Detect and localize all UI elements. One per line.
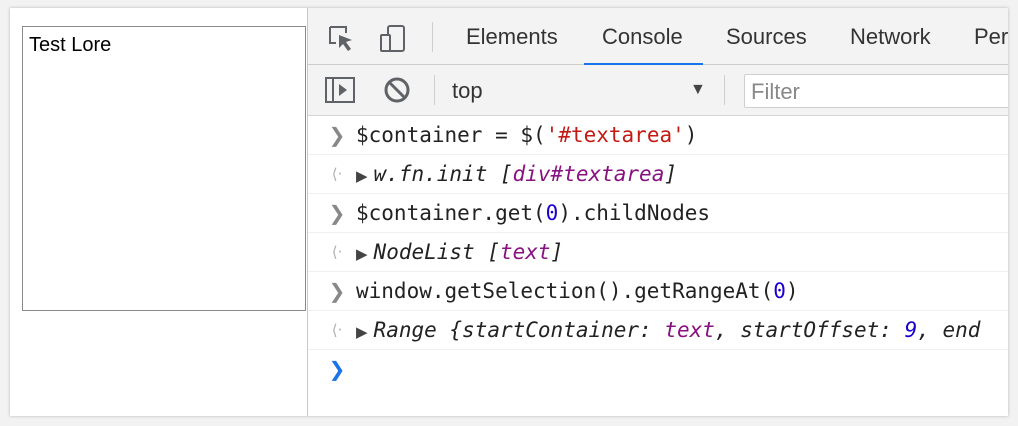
- toolbar-divider: [432, 22, 433, 52]
- console-result-line[interactable]: ⟨· ▶ NodeList [text]: [308, 233, 1008, 272]
- result-arrow-icon: ⟨·: [331, 243, 343, 261]
- prompt-chevron-icon: ❯: [328, 201, 346, 225]
- result-arrow-icon: ⟨·: [331, 165, 343, 183]
- filter-input[interactable]: Filter: [744, 74, 1008, 108]
- console-input-line: ❯ $container = $('#textarea'): [308, 116, 1008, 155]
- device-toolbar-icon[interactable]: [378, 23, 408, 53]
- prompt-chevron-icon: ❯: [328, 279, 346, 303]
- console-result[interactable]: ▶ NodeList [text]: [356, 233, 563, 273]
- console-input-line: ❯ $container.get(0).childNodes: [308, 194, 1008, 233]
- console-output: ❯ $container = $('#textarea') ⟨· ▶ w.fn.i…: [308, 116, 1008, 388]
- tab-elements[interactable]: Elements: [466, 8, 558, 64]
- context-selector[interactable]: top: [452, 65, 483, 115]
- devtools-panel: Elements Console Sources Network Per top…: [307, 8, 1008, 416]
- console-result-line[interactable]: ⟨· ▶ w.fn.init [div#textarea]: [308, 155, 1008, 194]
- devtools-tabbar: Elements Console Sources Network Per: [308, 8, 1008, 65]
- toolbar-divider: [724, 75, 725, 105]
- console-result[interactable]: ▶ w.fn.init [div#textarea]: [356, 155, 677, 195]
- page-content: Test Lore: [10, 8, 307, 416]
- console-command: $container.get(0).childNodes: [356, 201, 711, 225]
- inspect-element-icon[interactable]: [326, 23, 356, 53]
- expand-triangle-icon: ▶: [356, 245, 368, 263]
- textarea[interactable]: Test Lore: [22, 26, 306, 311]
- tab-console[interactable]: Console: [584, 8, 703, 65]
- console-command: window.getSelection().getRangeAt(0): [356, 279, 799, 303]
- expand-triangle-icon: ▶: [356, 167, 368, 185]
- sidebar-toggle-icon[interactable]: [324, 75, 355, 105]
- clear-console-icon[interactable]: [382, 75, 412, 105]
- chevron-down-icon[interactable]: ▼: [690, 81, 706, 99]
- tab-network[interactable]: Network: [850, 8, 931, 64]
- console-result[interactable]: ▶ Range {startContainer: text, startOffse…: [356, 311, 980, 351]
- browser-frame: Test Lore Elements Console Sources Netwo…: [10, 8, 1008, 416]
- prompt-chevron-icon: ❯: [328, 123, 346, 147]
- tab-sources[interactable]: Sources: [726, 8, 807, 64]
- toolbar-divider: [434, 75, 435, 105]
- result-arrow-icon: ⟨·: [331, 321, 343, 339]
- console-input-line: ❯ window.getSelection().getRangeAt(0): [308, 272, 1008, 311]
- textarea-text: Test Lore: [29, 34, 112, 56]
- console-command: $container = $('#textarea'): [356, 123, 698, 147]
- prompt-chevron-icon: ❯: [328, 357, 346, 381]
- console-result-line[interactable]: ⟨· ▶ Range {startContainer: text, startOf…: [308, 311, 1008, 350]
- console-prompt-line[interactable]: ❯: [308, 350, 1008, 388]
- tab-performance[interactable]: Per: [974, 8, 1008, 64]
- expand-triangle-icon: ▶: [356, 323, 368, 341]
- console-toolbar: top ▼ Filter: [308, 65, 1008, 116]
